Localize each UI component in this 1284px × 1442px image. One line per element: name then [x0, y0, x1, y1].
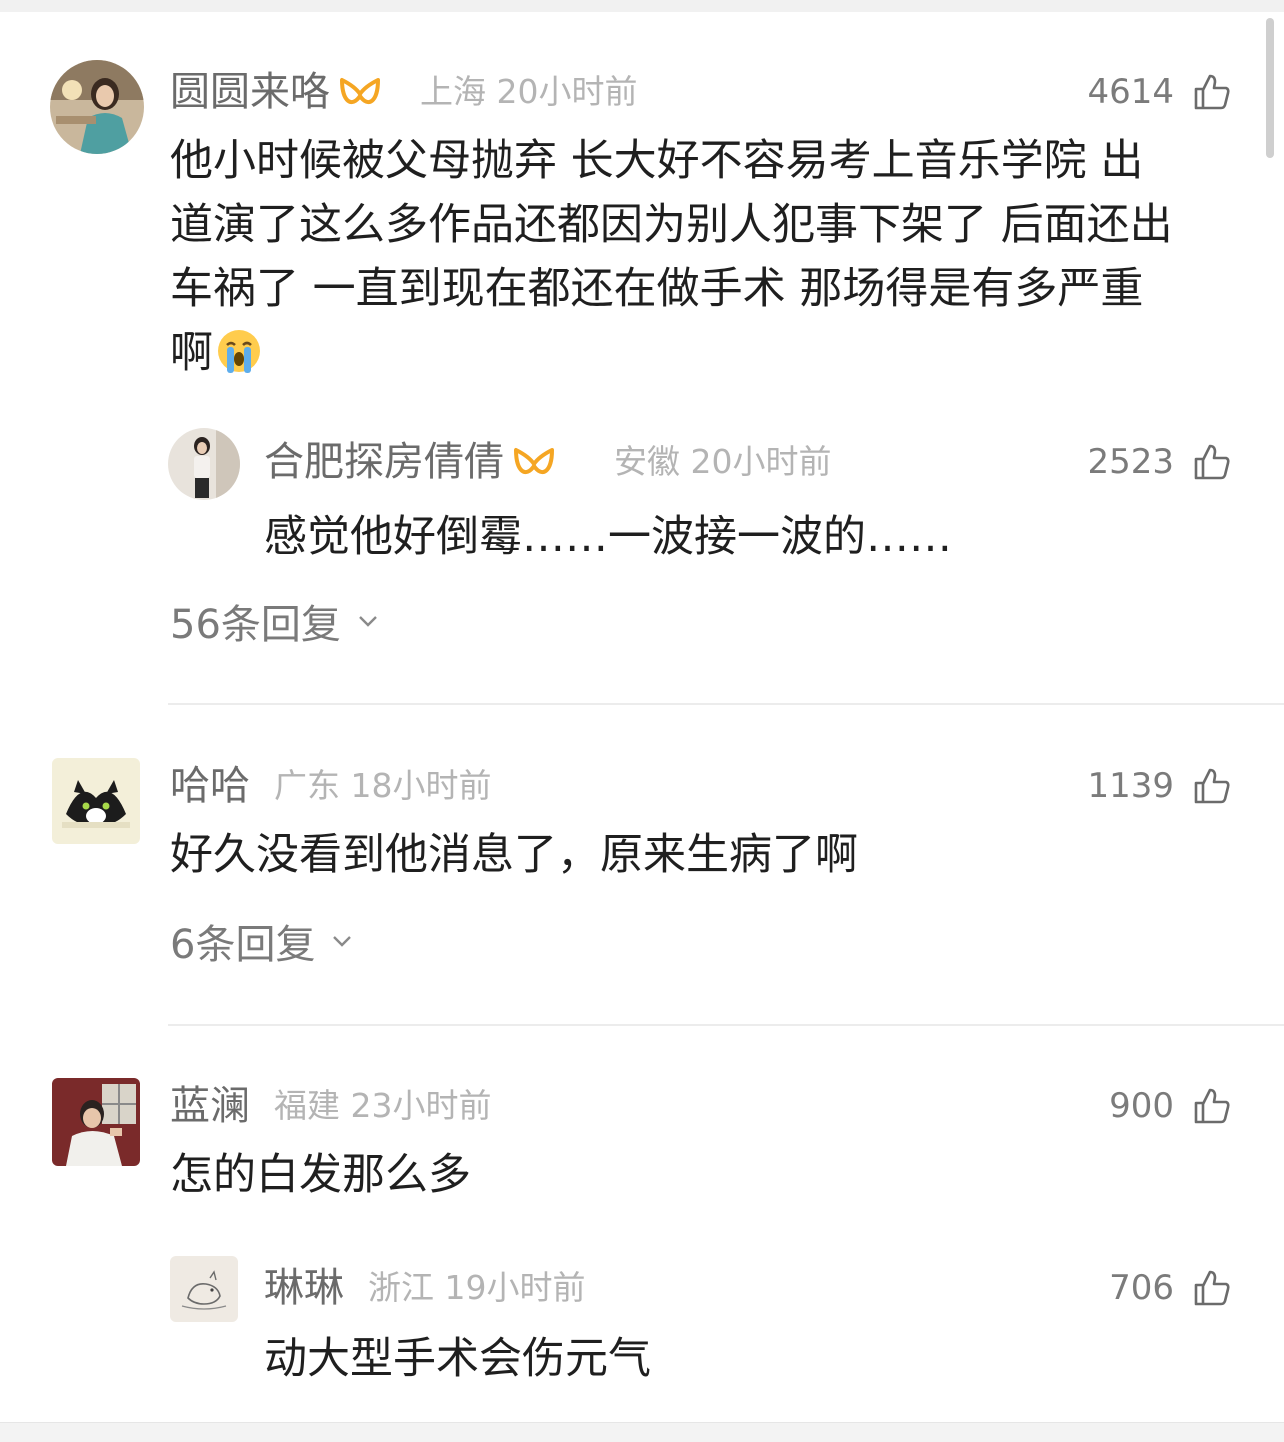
replies-count-label[interactable]: 56条回复: [170, 592, 341, 650]
comment-author-name[interactable]: 蓝澜: [170, 1082, 250, 1130]
like-button[interactable]: 900: [1109, 1082, 1232, 1130]
reply-meta: 浙江 19小时前: [368, 1264, 586, 1312]
thumbs-up-icon[interactable]: [1192, 442, 1232, 482]
avatar[interactable]: [52, 1078, 140, 1166]
comment-meta: 上海 20小时前: [420, 68, 638, 116]
avatar[interactable]: [52, 758, 140, 844]
like-count: 900: [1109, 1086, 1174, 1126]
comment-location: 广东: [274, 766, 340, 805]
chevron-down-icon: [359, 616, 377, 627]
divider: [168, 1024, 1284, 1026]
thumbs-up-icon[interactable]: [1192, 766, 1232, 806]
like-button[interactable]: 2523: [1087, 438, 1232, 486]
comment-location: 上海: [420, 72, 486, 111]
loudly-crying-face-icon: [218, 330, 260, 373]
comment-feed: 圆圆来咯 上海 20小时前 4614 他小时候被父母抛弃 长大好不容易考上音乐学…: [0, 0, 1284, 1442]
comment-text-line: 道演了这么多作品还都因为别人犯事下架了 后面还出: [170, 200, 1173, 250]
reply-text: 感觉他好倒霉……一波接一波的……: [264, 512, 952, 562]
author-name-text[interactable]: 圆圆来咯: [170, 69, 330, 115]
like-button[interactable]: 1139: [1087, 762, 1232, 810]
comment-location: 福建: [274, 1086, 340, 1125]
avatar[interactable]: [50, 60, 144, 154]
chevron-down-icon: [333, 936, 352, 947]
thumbs-up-icon[interactable]: [1192, 1086, 1232, 1126]
comment-time: 20小时前: [496, 72, 638, 111]
replies-count-label[interactable]: 6条回复: [170, 912, 315, 970]
top-edge: [0, 0, 1284, 12]
view-replies-button[interactable]: 6条回复: [170, 916, 355, 968]
reply-meta: 安徽 20小时前: [614, 438, 832, 486]
like-button[interactable]: 4614: [1087, 68, 1232, 116]
like-count: 2523: [1087, 442, 1174, 482]
comment-time: 18小时前: [350, 766, 492, 805]
comment-meta: 福建 23小时前: [274, 1082, 492, 1130]
reply-author-name[interactable]: 合肥探房倩倩: [264, 438, 556, 486]
like-button[interactable]: 706: [1109, 1264, 1232, 1312]
reply-avatar[interactable]: [168, 428, 240, 500]
comment-text-line: 车祸了 一直到现在都还在做手术 那场得是有多严重: [170, 264, 1144, 314]
comment-text-line: 啊: [170, 328, 213, 378]
reply-author-name[interactable]: 琳琳: [264, 1264, 344, 1312]
comment-text-line: 他小时候被父母抛弃 长大好不容易考上音乐学院 出: [170, 136, 1144, 186]
reply-location: 安徽: [614, 442, 680, 481]
comment-meta: 广东 18小时前: [274, 762, 492, 810]
scrollbar[interactable]: [1266, 18, 1274, 158]
thumbs-up-icon[interactable]: [1192, 1268, 1232, 1308]
reply-text: 动大型手术会伤元气: [264, 1334, 651, 1384]
like-count: 1139: [1087, 766, 1174, 806]
reply-avatar[interactable]: [170, 1256, 238, 1322]
like-count: 706: [1109, 1268, 1174, 1308]
comment-author-name[interactable]: 圆圆来咯: [170, 68, 382, 116]
comment-time: 23小时前: [350, 1086, 492, 1125]
vip-badge-icon: [514, 448, 554, 474]
thumbs-up-icon[interactable]: [1192, 72, 1232, 112]
comment-text: 好久没看到他消息了，原来生病了啊: [170, 830, 858, 880]
reply-time: 19小时前: [444, 1268, 586, 1307]
vip-badge-icon: [340, 78, 380, 104]
view-replies-button[interactable]: 56条回复: [170, 596, 381, 648]
reply-time: 20小时前: [690, 442, 832, 481]
divider: [168, 703, 1284, 705]
comment-author-name[interactable]: 哈哈: [170, 762, 250, 810]
reply-author-name-text[interactable]: 合肥探房倩倩: [264, 439, 504, 485]
bottom-edge: [0, 1422, 1284, 1442]
comment-text: 怎的白发那么多: [170, 1150, 471, 1200]
comment-text-last-line: 啊: [170, 322, 263, 384]
reply-location: 浙江: [368, 1268, 434, 1307]
like-count: 4614: [1087, 72, 1174, 112]
